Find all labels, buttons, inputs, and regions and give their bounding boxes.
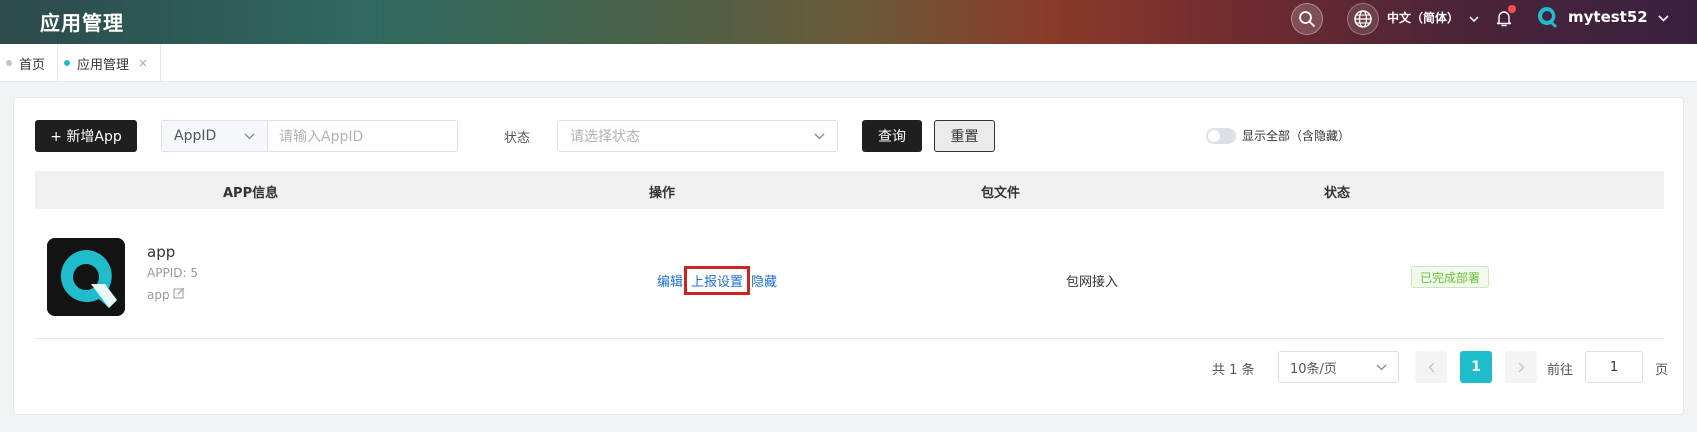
page-title: 应用管理 [40, 11, 124, 35]
chevron-right-icon [1518, 362, 1524, 372]
tab-home[interactable]: 首页 [0, 44, 59, 82]
goto-label: 前往 [1547, 363, 1574, 378]
hide-link[interactable]: 隐藏 [751, 271, 777, 290]
chevron-down-icon [814, 128, 825, 144]
next-page-button[interactable] [1505, 351, 1537, 383]
user-logo-icon [1536, 5, 1558, 29]
filter-field-select[interactable]: AppID [161, 120, 268, 152]
language-label: 中文（简体） [1387, 11, 1460, 25]
status-filter-label: 状态 [504, 131, 531, 146]
status-badge: 已完成部署 [1411, 266, 1490, 288]
app-package-name: app [147, 287, 170, 302]
pagination-total: 共 1 条 [1212, 363, 1255, 378]
page-unit-label: 页 [1655, 363, 1669, 378]
tab-dot [6, 60, 12, 66]
app-logo-icon [47, 238, 125, 316]
appid-search-input[interactable]: 请输入AppID [267, 120, 458, 152]
status-select[interactable]: 请选择状态 [557, 120, 838, 152]
top-bar: 应用管理 中文（简体） mytest52 [0, 0, 1697, 44]
notification-dot [1508, 5, 1516, 13]
current-page-button[interactable]: 1 [1460, 351, 1492, 383]
filter-field-value: AppID [174, 128, 217, 144]
column-header-app-info: APP信息 [223, 186, 279, 201]
username: mytest52 [1568, 8, 1648, 26]
search-icon[interactable] [1291, 3, 1323, 35]
chevron-left-icon [1428, 362, 1434, 372]
show-all-label: 显示全部（含隐藏） [1242, 129, 1351, 143]
edit-link[interactable]: 编辑 [657, 271, 683, 290]
edit-icon[interactable] [173, 287, 185, 302]
user-menu[interactable]: mytest52 [1536, 5, 1669, 29]
column-header-actions: 操作 [649, 186, 676, 201]
tab-dot [64, 60, 71, 66]
toggle-knob [1208, 130, 1220, 142]
query-button[interactable]: 查询 [862, 120, 922, 152]
status-placeholder: 请选择状态 [570, 129, 640, 145]
content-card: + 新增App AppID 请输入AppID 状态 请选择状态 查询 重置 显示… [13, 97, 1684, 415]
report-settings-link[interactable]: 上报设置 [684, 266, 751, 295]
chevron-down-icon [1658, 8, 1669, 26]
chevron-down-icon [1376, 360, 1387, 375]
row-actions: 编辑 上报设置 隐藏 [657, 266, 777, 295]
page-size-select[interactable]: 10条/页 [1278, 351, 1399, 383]
page-size-value: 10条/页 [1290, 361, 1337, 377]
app-package: app [147, 287, 185, 302]
bell-icon[interactable] [1494, 5, 1516, 29]
app-id: APPID: 5 [147, 266, 198, 280]
table-row: app APPID: 5 app 编辑 上报设置 隐藏 包网接入 已完成部署 [35, 209, 1664, 339]
show-all-toggle[interactable] [1206, 128, 1236, 144]
column-header-status: 状态 [1324, 186, 1351, 201]
tab-label: 应用管理 [77, 57, 130, 73]
prev-page-button[interactable] [1415, 351, 1447, 383]
package-type: 包网接入 [1066, 275, 1119, 290]
tab-label: 首页 [19, 57, 46, 73]
language-selector[interactable]: 中文（简体） [1387, 9, 1479, 26]
tab-bar: 首页 应用管理 × [0, 44, 1697, 82]
tab-app-management[interactable]: 应用管理 × [58, 44, 162, 82]
add-app-button[interactable]: + 新增App [35, 120, 137, 152]
goto-page-input[interactable]: 1 [1585, 351, 1643, 383]
app-name: app [147, 243, 176, 261]
chevron-down-icon [1469, 11, 1479, 25]
chevron-down-icon [244, 128, 255, 144]
table-header: APP信息 操作 包文件 状态 [35, 171, 1664, 209]
close-icon[interactable]: × [138, 56, 148, 70]
reset-button[interactable]: 重置 [934, 120, 995, 152]
column-header-package: 包文件 [981, 186, 1021, 201]
globe-icon[interactable] [1347, 3, 1379, 35]
